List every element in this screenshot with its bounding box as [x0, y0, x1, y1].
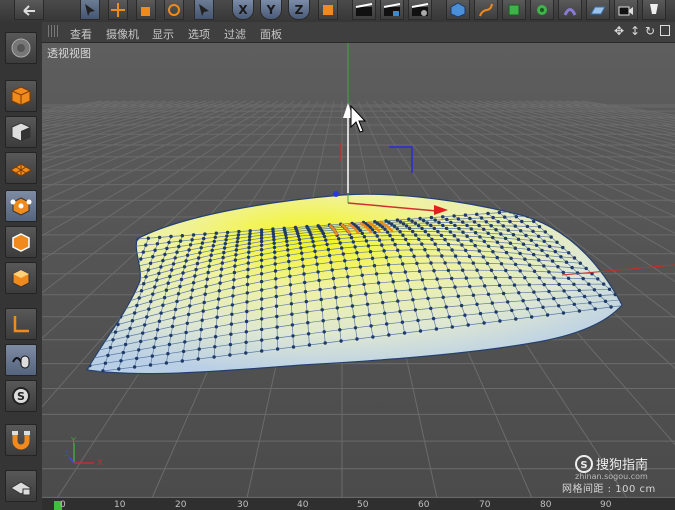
rotate-tool-icon[interactable] — [164, 0, 184, 20]
select-tool-icon[interactable] — [80, 0, 100, 20]
menu-camera[interactable]: 摄像机 — [106, 26, 139, 42]
watermark-brand: 搜狗指南 — [596, 458, 649, 473]
top-toolbar: X Y Z — [0, 0, 675, 23]
viewport-menubar: 查看 摄像机 显示 选项 过滤 面板 ✥ ↕ ↻ — [42, 22, 675, 43]
watermark: S 搜狗指南 — [575, 454, 648, 473]
render-view-icon[interactable] — [352, 0, 376, 20]
workplane-mode-icon[interactable] — [5, 152, 37, 184]
timeline-tick: 80 — [540, 500, 552, 510]
view-zoom-icon[interactable]: ↕ — [630, 24, 640, 38]
menu-panel[interactable]: 面板 — [260, 26, 282, 42]
points-mode-icon[interactable] — [5, 190, 37, 222]
coordinate-system-icon[interactable] — [318, 0, 338, 20]
snapping-icon[interactable]: S — [5, 380, 37, 412]
subdivision-surface-icon[interactable] — [502, 0, 526, 20]
live-select-icon[interactable] — [194, 0, 214, 20]
undo-icon[interactable] — [14, 0, 44, 20]
gizmo-z-point — [333, 191, 339, 197]
z-axis-lock-button[interactable]: Z — [288, 0, 310, 20]
edges-mode-icon[interactable] — [5, 226, 37, 258]
scene-canvas[interactable] — [42, 43, 675, 498]
floor-object-icon[interactable] — [586, 0, 610, 20]
array-icon[interactable] — [530, 0, 554, 20]
pen-spline-icon[interactable] — [474, 0, 498, 20]
lock-workplane-icon[interactable] — [5, 470, 37, 502]
timeline-tick: 60 — [418, 500, 430, 510]
texture-mode-icon[interactable] — [5, 116, 37, 148]
menu-view[interactable]: 查看 — [70, 26, 92, 42]
render-to-picture-viewer-icon[interactable] — [380, 0, 404, 20]
grid-spacing-readout: 网格间距 : 100 cm — [562, 484, 656, 495]
x-axis-lock-button[interactable]: X — [232, 0, 254, 20]
render-settings-icon[interactable] — [408, 0, 432, 20]
bend-deformer-icon[interactable] — [558, 0, 582, 20]
model-mode-icon[interactable] — [5, 80, 37, 112]
cube-object-icon[interactable] — [446, 0, 470, 20]
timeline-tick: 0 — [60, 500, 66, 510]
svg-text:S: S — [17, 390, 25, 403]
timeline-ruler[interactable]: 0 10 20 30 40 50 60 70 80 90 — [42, 498, 675, 510]
polygons-mode-icon[interactable] — [5, 262, 37, 294]
axis-mode-icon[interactable] — [5, 308, 37, 340]
view-toggle-icon[interactable] — [660, 25, 670, 36]
make-editable-icon[interactable] — [5, 32, 37, 64]
scale-tool-icon[interactable] — [136, 0, 156, 20]
timeline-tick: 90 — [600, 500, 612, 510]
menu-display[interactable]: 显示 — [152, 26, 174, 42]
y-axis-lock-button[interactable]: Y — [260, 0, 282, 20]
timeline-tick: 70 — [479, 500, 491, 510]
menu-grip-icon — [48, 25, 60, 37]
left-toolbar: S — [0, 22, 43, 510]
tweak-mode-icon[interactable] — [5, 344, 37, 376]
perspective-viewport[interactable]: 透视视图 Y X Z — [42, 43, 675, 498]
viewport-title: 透视视图 — [47, 47, 91, 60]
timeline-tick: 20 — [175, 500, 187, 510]
view-rotate-icon[interactable]: ↻ — [645, 24, 655, 38]
move-tool-icon[interactable] — [108, 0, 128, 20]
timeline-tick: 50 — [357, 500, 369, 510]
sogou-logo-icon: S — [575, 454, 593, 473]
triad-x-label: X — [97, 458, 103, 467]
timeline-tick: 10 — [114, 500, 126, 510]
triad-z-label: Z — [64, 450, 69, 458]
magnet-tool-icon[interactable] — [5, 424, 37, 456]
light-object-icon[interactable] — [642, 0, 666, 20]
mouse-cursor-icon — [350, 104, 367, 133]
gizmo-z-plane-handle — [389, 146, 413, 173]
svg-text:S: S — [580, 460, 587, 471]
triad-y-label: Y — [71, 436, 76, 445]
timeline-tick: 30 — [237, 500, 249, 510]
menu-filter[interactable]: 过滤 — [224, 26, 246, 42]
view-move-icon[interactable]: ✥ — [614, 24, 624, 38]
camera-object-icon[interactable] — [614, 0, 638, 20]
menu-options[interactable]: 选项 — [188, 26, 210, 42]
timeline-tick: 40 — [297, 500, 309, 510]
